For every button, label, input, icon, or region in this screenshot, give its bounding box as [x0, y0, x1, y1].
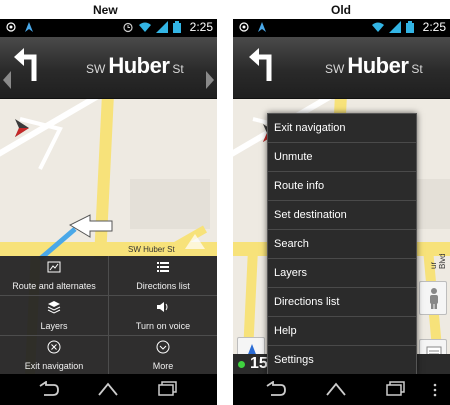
menu-item-set-destination[interactable]: Set destination	[268, 201, 416, 230]
turn-banner: SW Huber St	[0, 37, 217, 99]
navigation-menu: Route and alternates Directions list Lay…	[0, 256, 217, 374]
menu-label: Turn on voice	[135, 321, 191, 331]
menu-item-exit-navigation[interactable]: Exit navigation	[0, 336, 108, 375]
menu-item-help[interactable]: Help	[268, 317, 416, 346]
gps-status-dot-icon	[238, 361, 245, 368]
street-main: Huber	[347, 53, 409, 78]
menu-item-more[interactable]: More	[109, 336, 217, 375]
recent-apps-icon[interactable]	[157, 381, 179, 402]
home-icon[interactable]	[97, 381, 119, 402]
previous-step-icon[interactable]	[3, 71, 11, 89]
menu-label: Directions list	[136, 281, 190, 291]
overflow-menu-icon[interactable]	[433, 383, 437, 402]
gps-icon	[5, 21, 17, 33]
street-suffix: St	[172, 62, 184, 76]
status-bar: 2:25	[233, 19, 450, 37]
alarm-icon	[122, 21, 134, 33]
status-time: 2:25	[189, 20, 213, 34]
speaker-icon	[156, 300, 170, 314]
phone-new: 2:25 SW Huber St SW Huber St Route and a…	[0, 19, 217, 405]
menu-label: Layers	[40, 321, 68, 331]
signal-icon	[155, 21, 168, 33]
status-time: 2:25	[422, 20, 446, 34]
street-prefix: SW	[325, 62, 345, 76]
street-view-button[interactable]	[419, 281, 447, 315]
menu-item-route-alternates[interactable]: Route and alternates	[0, 256, 108, 295]
chevron-down-icon	[156, 340, 170, 354]
map-side-street-label: ur Blvd	[429, 253, 447, 269]
turn-left-arrow-icon	[247, 47, 277, 86]
recent-apps-icon[interactable]	[385, 381, 407, 402]
menu-item-search[interactable]: Search	[268, 230, 416, 259]
person-icon	[427, 287, 441, 314]
menu-item-exit-navigation[interactable]: Exit navigation	[268, 114, 416, 143]
menu-item-directions-list[interactable]: Directions list	[109, 256, 217, 295]
compass-icon[interactable]	[15, 119, 29, 142]
battery-icon	[172, 21, 185, 33]
status-bar: 2:25	[0, 19, 217, 37]
street-name: SW Huber St	[325, 53, 423, 79]
street-prefix: SW	[86, 62, 106, 76]
wifi-icon	[138, 21, 151, 33]
turn-banner: SW Huber St	[233, 37, 450, 99]
home-icon[interactable]	[325, 381, 347, 402]
signal-icon	[388, 21, 401, 33]
battery-icon	[405, 21, 418, 33]
menu-item-directions-list[interactable]: Directions list	[268, 288, 416, 317]
turn-left-arrow-icon	[12, 47, 42, 86]
menu-label: More	[152, 361, 174, 371]
menu-label: Exit navigation	[24, 361, 84, 371]
back-icon[interactable]	[38, 380, 60, 402]
navigation-arrow-icon	[23, 21, 35, 33]
route-icon	[47, 260, 61, 274]
speed-fragment: 15	[250, 355, 268, 372]
menu-item-layers[interactable]: Layers	[0, 296, 108, 335]
close-circle-icon	[47, 340, 61, 354]
menu-item-turn-on-voice[interactable]: Turn on voice	[109, 296, 217, 335]
caption-old: Old	[331, 3, 351, 17]
menu-item-settings[interactable]: Settings	[268, 346, 416, 375]
street-suffix: St	[411, 62, 423, 76]
menu-item-layers[interactable]: Layers	[268, 259, 416, 288]
street-name: SW Huber St	[86, 53, 184, 79]
gps-icon	[238, 21, 250, 33]
system-nav-bar	[0, 374, 217, 405]
menu-item-unmute[interactable]: Unmute	[268, 143, 416, 172]
options-menu: Exit navigation Unmute Route info Set de…	[267, 113, 417, 375]
list-icon	[156, 260, 170, 274]
back-icon[interactable]	[265, 380, 287, 402]
layers-icon	[47, 300, 61, 314]
navigation-arrow-icon	[256, 21, 268, 33]
phone-old: 2:25 SW Huber St ur Blvd 15 Exit navigat…	[233, 19, 450, 405]
caption-new: New	[93, 3, 118, 17]
map-street-label: SW Huber St	[128, 245, 175, 254]
street-main: Huber	[108, 53, 170, 78]
menu-item-route-info[interactable]: Route info	[268, 172, 416, 201]
wifi-icon	[371, 21, 384, 33]
menu-label: Route and alternates	[12, 281, 96, 291]
next-step-icon[interactable]	[206, 71, 214, 89]
system-nav-bar	[233, 374, 450, 405]
